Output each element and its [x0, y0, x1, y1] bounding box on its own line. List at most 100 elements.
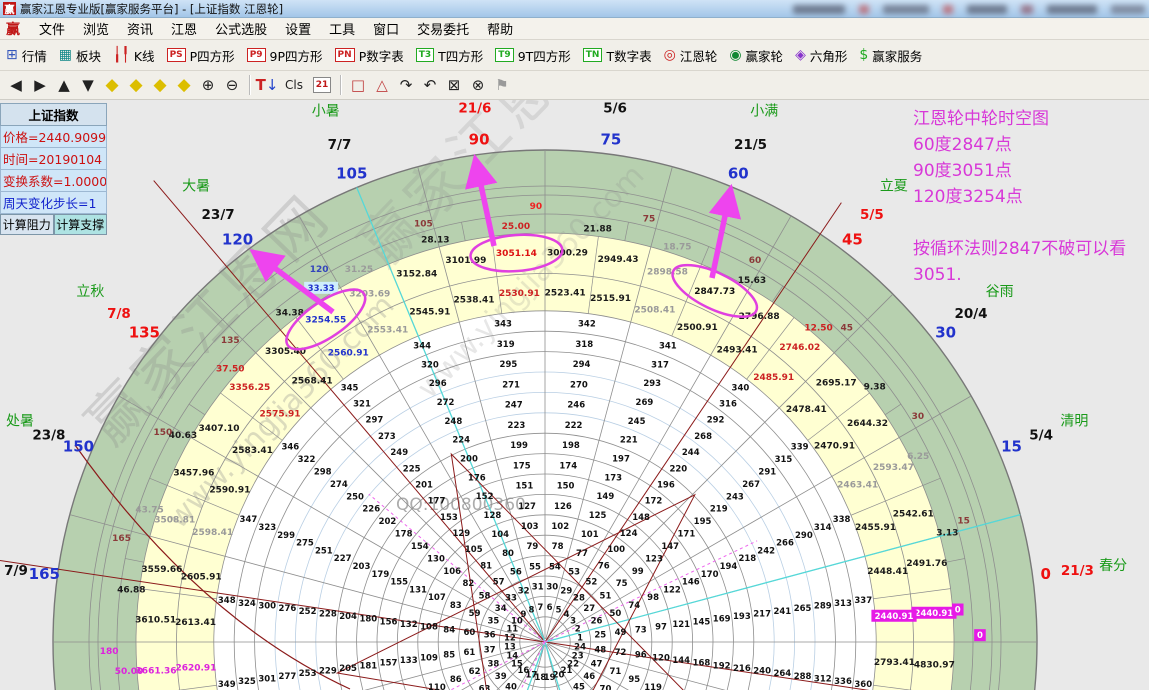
- svg-text:300: 300: [258, 601, 276, 611]
- svg-text:78: 78: [552, 542, 564, 552]
- cls-button[interactable]: Cls: [279, 74, 309, 96]
- triangle-tool-icon[interactable]: △: [370, 74, 394, 96]
- svg-text:105: 105: [465, 545, 483, 555]
- toolbar-button-9P四方形[interactable]: P99P四方形: [241, 43, 329, 68]
- menu-item-交易委托[interactable]: 交易委托: [408, 21, 478, 40]
- svg-text:322: 322: [298, 455, 316, 465]
- menu-item-江恩[interactable]: 江恩: [162, 21, 206, 40]
- menu-item-资讯[interactable]: 资讯: [118, 21, 162, 40]
- prev-arrow-icon[interactable]: ◀: [4, 74, 28, 96]
- svg-text:165: 165: [112, 534, 131, 544]
- svg-text:269: 269: [636, 398, 654, 408]
- svg-text:2463.41: 2463.41: [837, 481, 878, 491]
- next-arrow-icon[interactable]: ▶: [28, 74, 52, 96]
- svg-text:2568.41: 2568.41: [292, 377, 333, 387]
- down-triangle-icon[interactable]: ▼: [76, 74, 100, 96]
- button-计算支撑[interactable]: 计算支撑: [54, 214, 108, 235]
- toolbar-button-T四方形[interactable]: T3T四方形: [410, 43, 490, 68]
- scale-icon[interactable]: ⊗: [466, 74, 490, 96]
- svg-text:37.50: 37.50: [216, 364, 244, 374]
- menu-item-文件[interactable]: 文件: [30, 21, 74, 40]
- svg-text:76: 76: [598, 561, 610, 571]
- toolbar-button-9T四方形[interactable]: T99T四方形: [489, 43, 577, 68]
- toolbar-button-赢家服务[interactable]: $赢家服务: [853, 43, 928, 68]
- zoom-out-icon[interactable]: ⊖: [220, 74, 244, 96]
- blurred-window-control: [1021, 5, 1033, 14]
- svg-text:144: 144: [672, 656, 690, 666]
- svg-text:336: 336: [834, 677, 852, 687]
- svg-text:319: 319: [497, 340, 515, 350]
- svg-text:3000.29: 3000.29: [547, 249, 588, 259]
- rim-degree-label: 90: [469, 130, 490, 148]
- svg-text:246: 246: [567, 401, 585, 411]
- diamond-left-icon[interactable]: ◆: [100, 74, 124, 96]
- svg-text:2553.41: 2553.41: [367, 325, 408, 335]
- svg-text:99: 99: [632, 567, 644, 577]
- svg-text:312: 312: [814, 675, 832, 685]
- blurred-window-control: [859, 5, 869, 14]
- svg-text:216: 216: [733, 664, 751, 674]
- svg-text:15: 15: [957, 516, 970, 526]
- menu-item-公式选股[interactable]: 公式选股: [206, 21, 276, 40]
- svg-text:28.13: 28.13: [421, 236, 449, 246]
- zoom-in-icon[interactable]: ⊕: [196, 74, 220, 96]
- svg-text:176: 176: [468, 473, 486, 483]
- rotate-ccw-icon[interactable]: ↶: [418, 74, 442, 96]
- toolbar-button-P数字表[interactable]: PNP数字表: [329, 43, 410, 68]
- boxed-x-icon[interactable]: ⊠: [442, 74, 466, 96]
- svg-text:129: 129: [452, 529, 470, 539]
- rim-degree-label: 30: [935, 324, 956, 342]
- menu-item-工具[interactable]: 工具: [320, 21, 364, 40]
- svg-text:107: 107: [428, 593, 446, 603]
- diamond-down-icon[interactable]: ◆: [172, 74, 196, 96]
- calendar-icon[interactable]: 21: [313, 77, 331, 93]
- t-updown-icon[interactable]: T↓: [255, 74, 279, 96]
- toolbar-button-T数字表[interactable]: TNT数字表: [577, 43, 658, 68]
- svg-text:48: 48: [594, 645, 606, 655]
- svg-text:56: 56: [510, 568, 522, 578]
- toolbar-button-K线[interactable]: ╽╿K线: [107, 43, 161, 68]
- toolbar-button-赢家轮[interactable]: ◉赢家轮: [723, 43, 789, 68]
- menu-item-窗口[interactable]: 窗口: [364, 21, 408, 40]
- rotate-cw-icon[interactable]: ↷: [394, 74, 418, 96]
- svg-text:71: 71: [609, 667, 621, 677]
- wheel-icon: ◉: [729, 48, 741, 62]
- square-tool-icon[interactable]: □: [346, 74, 370, 96]
- up-triangle-icon[interactable]: ▲: [52, 74, 76, 96]
- rim-degree-label: 120: [222, 230, 253, 248]
- target-icon: ◎: [664, 48, 676, 62]
- svg-text:125: 125: [589, 511, 607, 521]
- toolbar-button-行情[interactable]: ⊞行情: [0, 43, 53, 68]
- svg-text:290: 290: [795, 531, 813, 541]
- svg-text:58: 58: [479, 592, 491, 602]
- svg-text:264: 264: [773, 669, 791, 679]
- svg-text:346: 346: [281, 443, 299, 453]
- diamond-right-icon[interactable]: ◆: [124, 74, 148, 96]
- flag-icon[interactable]: ⚑: [490, 74, 514, 96]
- toolbar-button-江恩轮[interactable]: ◎江恩轮: [658, 43, 724, 68]
- button-计算阻力[interactable]: 计算阻力: [0, 214, 54, 235]
- toolbar-button-板块[interactable]: ▦板块: [53, 43, 107, 68]
- menu-item-浏览[interactable]: 浏览: [74, 21, 118, 40]
- svg-text:193: 193: [733, 612, 751, 622]
- rim-season-label: 小满: [750, 104, 778, 120]
- svg-text:9.38: 9.38: [864, 383, 886, 393]
- toolbar-button-六角形[interactable]: ◈六角形: [789, 43, 853, 68]
- menu-item-帮助[interactable]: 帮助: [478, 21, 522, 40]
- gann-wheel-chart[interactable]: 赢家江恩网www.yingjia360.com赢家江恩网www.yingjia3…: [0, 100, 1149, 690]
- svg-text:45: 45: [573, 682, 585, 690]
- toolbar-button-label: 行情: [22, 46, 47, 65]
- menu-item-设置[interactable]: 设置: [276, 21, 320, 40]
- svg-text:33: 33: [505, 594, 517, 604]
- svg-text:3610.51: 3610.51: [135, 616, 176, 626]
- svg-text:337: 337: [854, 596, 872, 606]
- svg-text:149: 149: [597, 492, 615, 502]
- svg-text:6.25: 6.25: [907, 452, 929, 462]
- toolbar-button-P四方形[interactable]: PSP四方形: [161, 43, 241, 68]
- svg-text:266: 266: [776, 539, 794, 549]
- svg-text:3559.66: 3559.66: [141, 565, 182, 575]
- svg-text:36: 36: [484, 631, 496, 641]
- diamond-up-icon[interactable]: ◆: [148, 74, 172, 96]
- svg-text:347: 347: [240, 515, 258, 525]
- svg-text:2605.91: 2605.91: [181, 572, 222, 582]
